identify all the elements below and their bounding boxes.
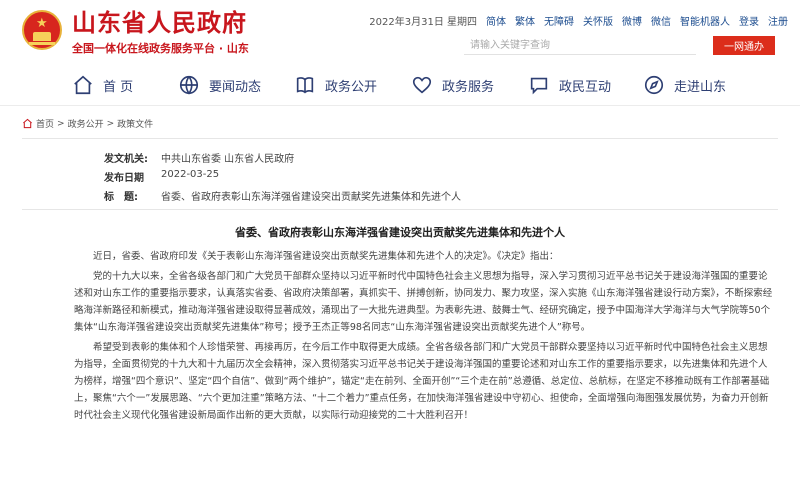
document-meta: 发文机关: 中共山东省委 山东省人民政府 发布日期 2022-03-25 标 题… xyxy=(22,138,778,210)
search-input[interactable] xyxy=(464,36,696,55)
top-links: 2022年3月31日 星期四 简体 繁体 无障碍 关怀版 微博 微信 智能机器人… xyxy=(369,13,788,28)
link-login[interactable]: 登录 xyxy=(739,13,759,28)
meta-title-row: 标 题: 省委、省政府表彰山东海洋强省建设突出贡献奖先进集体和先进个人 xyxy=(104,188,461,203)
national-emblem-icon[interactable]: ★ xyxy=(22,10,62,50)
meta-issuer-row: 发文机关: 中共山东省委 山东省人民政府 xyxy=(104,150,294,165)
article-paragraph: 希望受到表彰的集体和个人珍惜荣誉、再接再厉，在今后工作中取得更大成绩。全省各级各… xyxy=(74,342,770,421)
link-care-mode[interactable]: 关怀版 xyxy=(583,13,613,28)
nav-gov-services[interactable]: 政务服务 xyxy=(411,71,494,99)
home-icon xyxy=(23,118,32,129)
breadcrumb: 首页 > 政务公开 > 政策文件 xyxy=(22,117,153,130)
compass-icon xyxy=(644,75,664,95)
book-icon xyxy=(296,77,314,94)
link-simplified[interactable]: 简体 xyxy=(486,13,506,28)
globe-icon xyxy=(179,75,199,95)
breadcrumb-separator: > xyxy=(106,118,115,129)
nav-news[interactable]: 要闻动态 xyxy=(178,71,261,99)
article-paragraph: 近日，省委、省政府印发《关于表彰山东海洋强省建设突出贡献奖先进集体和先进个人的决… xyxy=(93,251,559,262)
meta-issuer: 中共山东省委 山东省人民政府 xyxy=(161,154,295,165)
site-header: ★ 山东省人民政府 全国一体化在线政务服务平台 · 山东 2022年3月31日 … xyxy=(0,0,800,62)
main-nav: 首 页 要闻动态 政务公开 政务服务 政民互动 走进山东 xyxy=(0,62,800,106)
nav-about-shandong[interactable]: 走进山东 xyxy=(643,71,726,99)
breadcrumb-page[interactable]: 政策文件 xyxy=(117,117,153,130)
meta-title: 省委、省政府表彰山东海洋强省建设突出贡献奖先进集体和先进个人 xyxy=(161,192,461,203)
one-stop-service-button[interactable]: 一网通办 xyxy=(713,36,775,55)
link-traditional[interactable]: 繁体 xyxy=(515,13,535,28)
breadcrumb-home[interactable]: 首页 xyxy=(36,117,54,130)
meta-title-label: 标 题: xyxy=(104,192,138,203)
link-register[interactable]: 注册 xyxy=(768,13,788,28)
article-paragraph: 党的十九大以来，全省各级各部门和广大党员干部群众坚持以习近平新时代中国特色社会主… xyxy=(74,271,773,333)
article-body: 近日，省委、省政府印发《关于表彰山东海洋强省建设突出贡献奖先进集体和先进个人的决… xyxy=(74,248,774,427)
meta-issuer-label: 发文机关: xyxy=(104,154,148,165)
site-subtitle: 全国一体化在线政务服务平台 · 山东 xyxy=(72,42,249,55)
chat-icon xyxy=(530,77,548,95)
link-accessibility[interactable]: 无障碍 xyxy=(544,13,574,28)
meta-date-label: 发布日期 xyxy=(104,173,144,184)
site-title[interactable]: 山东省人民政府 xyxy=(72,8,247,38)
article-title: 省委、省政府表彰山东海洋强省建设突出贡献奖先进集体和先进个人 xyxy=(235,226,565,239)
meta-date: 2022-03-25 xyxy=(161,169,220,180)
nav-interaction[interactable]: 政民互动 xyxy=(528,71,611,99)
breadcrumb-bar: 首页 > 政务公开 > 政策文件 xyxy=(0,106,800,136)
nav-home[interactable]: 首 页 xyxy=(72,71,133,99)
link-robot[interactable]: 智能机器人 xyxy=(680,13,730,28)
breadcrumb-section[interactable]: 政务公开 xyxy=(68,117,104,130)
home-icon xyxy=(74,75,92,95)
heart-icon xyxy=(412,76,432,94)
meta-date-row: 发布日期 2022-03-25 xyxy=(104,169,219,184)
link-wechat[interactable]: 微信 xyxy=(651,13,671,28)
breadcrumb-separator: > xyxy=(57,118,65,129)
link-weibo[interactable]: 微博 xyxy=(622,13,642,28)
current-date: 2022年3月31日 星期四 xyxy=(369,17,477,28)
nav-gov-affairs[interactable]: 政务公开 xyxy=(294,71,377,99)
